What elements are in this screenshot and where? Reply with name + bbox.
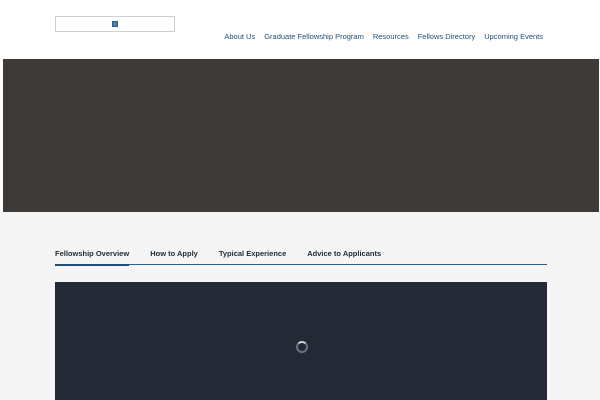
tab-bar: Fellowship Overview How to Apply Typical… bbox=[55, 248, 547, 266]
loading-spinner-icon bbox=[296, 341, 308, 353]
site-header: About Us Graduate Fellowship Program Res… bbox=[0, 0, 600, 59]
video-player[interactable] bbox=[55, 282, 547, 400]
hero-banner bbox=[3, 59, 599, 212]
nav-graduate-fellowship-program[interactable]: Graduate Fellowship Program bbox=[264, 32, 364, 41]
content-section: Fellowship Overview How to Apply Typical… bbox=[0, 212, 600, 400]
tab-typical-experience[interactable]: Typical Experience bbox=[219, 248, 286, 265]
logo-image-icon bbox=[112, 21, 118, 27]
nav-fellows-directory[interactable]: Fellows Directory bbox=[418, 32, 476, 41]
tab-how-to-apply[interactable]: How to Apply bbox=[150, 248, 198, 265]
tab-advice-to-applicants[interactable]: Advice to Applicants bbox=[307, 248, 381, 265]
nav-about-us[interactable]: About Us bbox=[224, 32, 255, 41]
nav-resources[interactable]: Resources bbox=[373, 32, 409, 41]
site-logo[interactable] bbox=[55, 16, 175, 32]
page: About Us Graduate Fellowship Program Res… bbox=[0, 0, 600, 400]
main-nav: About Us Graduate Fellowship Program Res… bbox=[224, 32, 543, 41]
tab-fellowship-overview[interactable]: Fellowship Overview bbox=[55, 248, 130, 266]
nav-upcoming-events[interactable]: Upcoming Events bbox=[484, 32, 543, 41]
